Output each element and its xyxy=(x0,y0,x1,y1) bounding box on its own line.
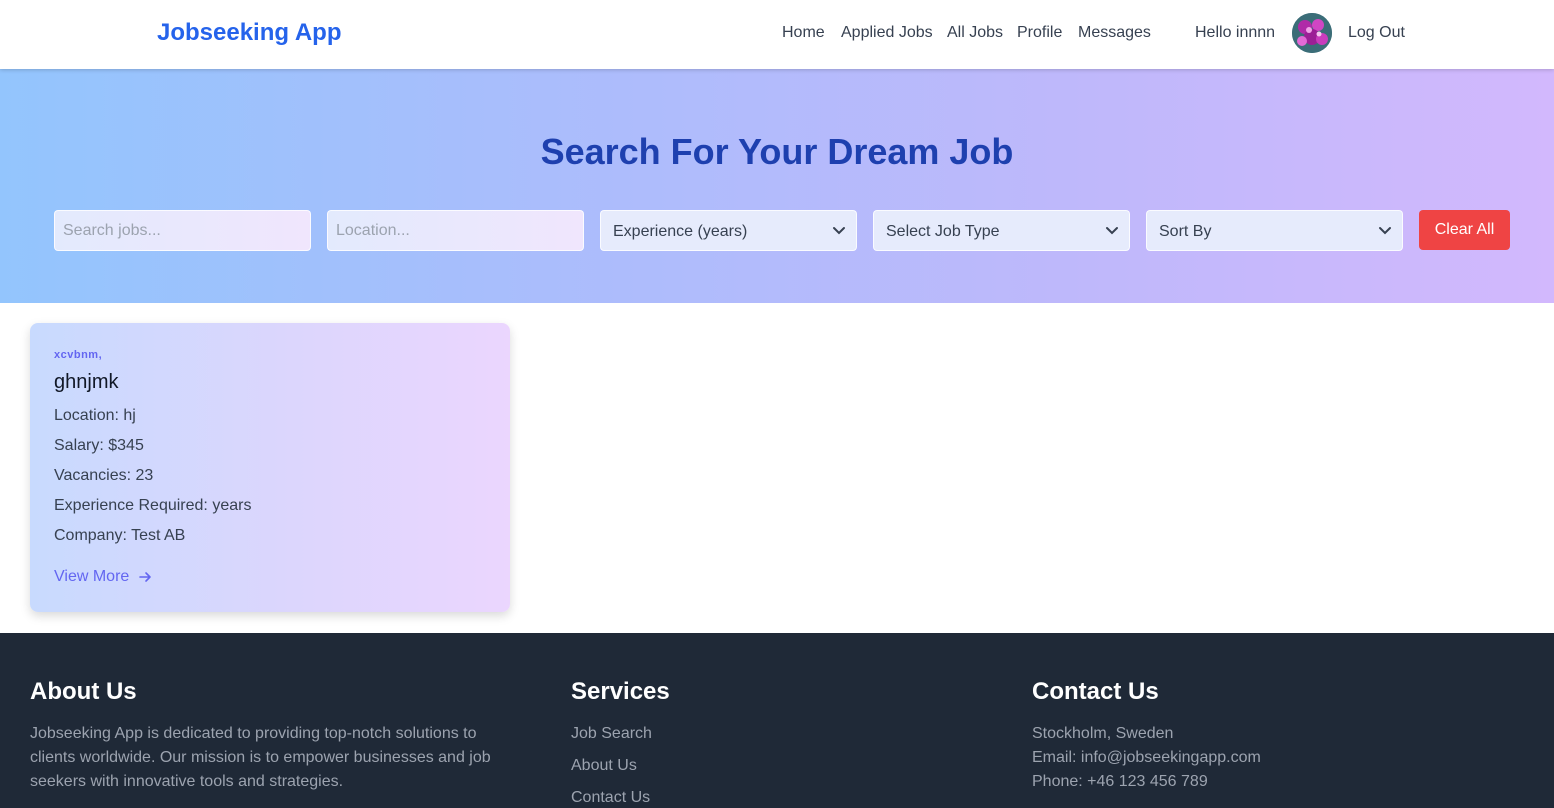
job-card: xcvbnm, ghnjmk Location: hj Salary: $345… xyxy=(30,323,510,612)
job-type-select-label: Select Job Type xyxy=(886,223,1000,240)
job-vacancies: Vacancies: 23 xyxy=(54,467,154,484)
nav-home[interactable]: Home xyxy=(782,24,825,42)
footer-contact-email: Email: info@jobseekingapp.com xyxy=(1032,749,1261,766)
user-greeting: Hello innnn xyxy=(1195,24,1276,41)
brand-logo[interactable]: Jobseeking App xyxy=(157,19,341,47)
search-input[interactable]: Search jobs... xyxy=(54,210,311,251)
footer-contact-phone: Phone: +46 123 456 789 xyxy=(1032,773,1208,790)
chevron-down-icon xyxy=(833,227,845,235)
location-input[interactable]: Location... xyxy=(327,210,584,251)
job-salary: Salary: $345 xyxy=(54,437,144,454)
sort-select[interactable]: Sort By xyxy=(1146,210,1403,251)
footer-link-about-us[interactable]: About Us xyxy=(571,757,637,775)
sort-select-label: Sort By xyxy=(1159,223,1212,240)
arrow-right-icon[interactable] xyxy=(138,570,152,584)
nav-messages[interactable]: Messages xyxy=(1078,24,1151,42)
view-more-link[interactable]: View More xyxy=(54,568,129,586)
nav-profile[interactable]: Profile xyxy=(1017,24,1062,42)
clear-all-button[interactable]: Clear All xyxy=(1419,210,1510,250)
footer-services-title: Services xyxy=(571,678,670,705)
nav-applied-jobs[interactable]: Applied Jobs xyxy=(841,24,933,42)
job-experience: Experience Required: years xyxy=(54,497,252,514)
page-title: Search For Your Dream Job xyxy=(540,131,1014,172)
search-hero: Search For Your Dream Job Search jobs...… xyxy=(0,69,1554,303)
chevron-down-icon xyxy=(1379,227,1391,235)
footer-link-job-search[interactable]: Job Search xyxy=(571,725,652,743)
chevron-down-icon xyxy=(1106,227,1118,235)
footer-link-contact-us[interactable]: Contact Us xyxy=(571,789,650,807)
footer-about-title: About Us xyxy=(30,678,137,705)
experience-select[interactable]: Experience (years) xyxy=(600,210,857,251)
footer-contact-title: Contact Us xyxy=(1032,678,1159,705)
footer-contact-address: Stockholm, Sweden xyxy=(1032,725,1174,742)
avatar[interactable] xyxy=(1292,13,1332,53)
top-navbar: Jobseeking App Home Applied Jobs All Job… xyxy=(0,0,1554,69)
job-category: xcvbnm, xyxy=(54,349,103,361)
job-type-select[interactable]: Select Job Type xyxy=(873,210,1130,251)
job-title: ghnjmk xyxy=(54,371,119,393)
job-location: Location: hj xyxy=(54,407,136,424)
experience-select-label: Experience (years) xyxy=(613,223,748,240)
job-company: Company: Test AB xyxy=(54,527,186,544)
footer: About Us Jobseeking App is dedicated to … xyxy=(0,633,1554,808)
footer-about-text: Jobseeking App is dedicated to providing… xyxy=(30,725,491,790)
nav-all-jobs[interactable]: All Jobs xyxy=(947,24,1003,42)
logout-link[interactable]: Log Out xyxy=(1348,24,1405,42)
